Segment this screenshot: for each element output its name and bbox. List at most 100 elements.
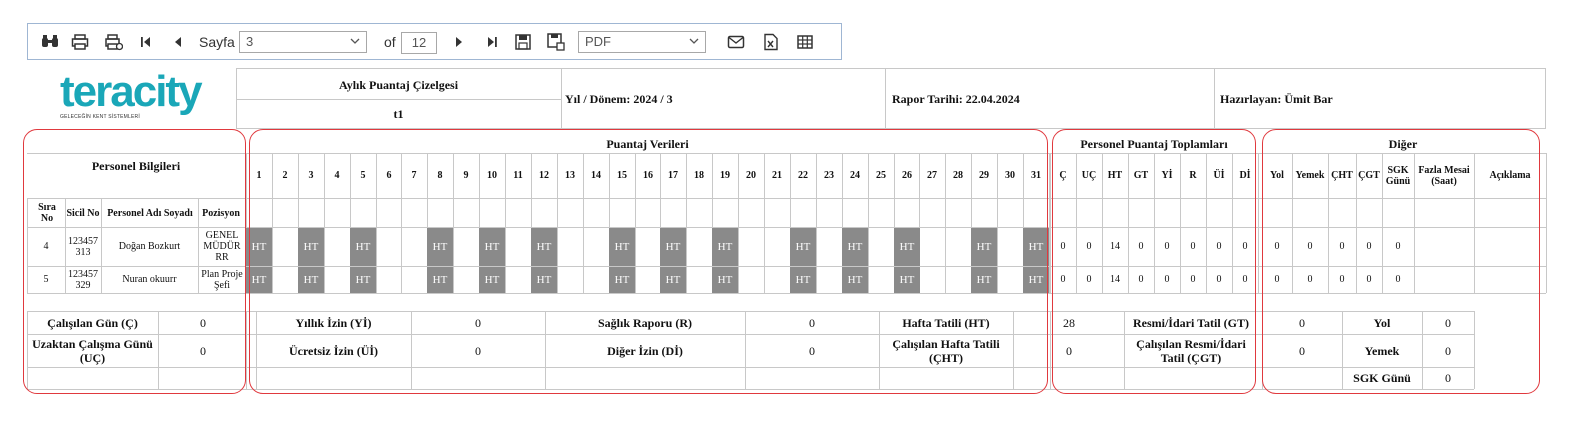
row-total-value: 14 bbox=[1110, 274, 1120, 285]
report-period: Yıl / Dönem: 2024 / 3 bbox=[565, 91, 673, 106]
row-5-sicil: 123457 329 bbox=[68, 268, 98, 291]
grid-line bbox=[561, 68, 562, 128]
row-other-value bbox=[1474, 266, 1546, 293]
other-col-5: SGK Günü bbox=[1385, 164, 1411, 187]
section-totals-title: Personel Puantaj Toplamları bbox=[1080, 136, 1228, 151]
day-header-14: 14 bbox=[591, 170, 601, 181]
grid-line bbox=[236, 68, 237, 128]
ht-day-cell: HT bbox=[971, 267, 997, 293]
day-header-16: 16 bbox=[643, 170, 653, 181]
legend-uzaktan: Uzaktan Çalışma Günü (UÇ) bbox=[32, 337, 153, 365]
day-header-22: 22 bbox=[798, 170, 808, 181]
ht-day-cell: HT bbox=[609, 228, 635, 266]
grid-line bbox=[1013, 311, 1014, 389]
ht-day-cell: HT bbox=[712, 267, 738, 293]
row-4-sira: 4 bbox=[43, 241, 49, 252]
ht-day-cell: HT bbox=[790, 228, 816, 266]
legend-sgk-value: 0 bbox=[1445, 370, 1451, 385]
report-grid: Aylık Puantaj Çizelgesi t1 Yıl / Dönem: … bbox=[0, 0, 1584, 428]
totals-col-2: UÇ bbox=[1081, 170, 1097, 181]
day-header-21: 21 bbox=[772, 170, 782, 181]
row-other-value: 0 bbox=[1366, 274, 1372, 285]
ht-day-cell: HT bbox=[531, 267, 557, 293]
totals-col-7: Üİ bbox=[1213, 170, 1225, 181]
day-header-13: 13 bbox=[565, 170, 575, 181]
day-header-10: 10 bbox=[487, 170, 497, 181]
section-other-title: Diğer bbox=[1388, 136, 1418, 151]
legend-cht: Çalışılan Hafta Tatili (ÇHT) bbox=[892, 337, 1000, 365]
other-col-1: Yol bbox=[1270, 170, 1284, 181]
legend-yillik: Yıllık İzin (Yİ) bbox=[295, 315, 372, 330]
row-total-value: 0 bbox=[1060, 241, 1066, 252]
col-sicil-no: Sicil No bbox=[66, 207, 100, 219]
ht-day-cell: HT bbox=[1023, 228, 1049, 266]
legend-resmi-tatil: Resmi/İdari Tatil (GT) bbox=[1132, 315, 1249, 330]
ht-day-cell: HT bbox=[971, 228, 997, 266]
legend-cht-value: 0 bbox=[1066, 343, 1072, 358]
ht-day-cell: HT bbox=[842, 228, 868, 266]
row-total-value: 0 bbox=[1060, 274, 1066, 285]
day-header-1: 1 bbox=[256, 170, 262, 181]
totals-col-6: R bbox=[1189, 170, 1197, 181]
ht-day-cell: HT bbox=[609, 267, 635, 293]
row-4-sicil: 123457 313 bbox=[68, 235, 98, 258]
day-header-19: 19 bbox=[720, 170, 730, 181]
day-header-9: 9 bbox=[463, 170, 469, 181]
row-total-value: 0 bbox=[1190, 274, 1196, 285]
ht-day-cell: HT bbox=[712, 228, 738, 266]
day-header-15: 15 bbox=[617, 170, 627, 181]
grid-line bbox=[1545, 68, 1546, 128]
ht-day-cell: HT bbox=[660, 228, 686, 266]
row-other-value: 0 bbox=[1395, 241, 1401, 252]
report-date: Rapor Tarihi: 22.04.2024 bbox=[892, 91, 1020, 106]
grid-line bbox=[27, 367, 1474, 368]
other-col-7: Açıklama bbox=[1489, 170, 1531, 181]
legend-hafta-tatili: Hafta Tatili (HT) bbox=[902, 315, 990, 330]
row-other-value bbox=[1414, 266, 1474, 293]
ht-day-cell: HT bbox=[479, 267, 505, 293]
legend-yemek-value: 0 bbox=[1445, 343, 1451, 358]
legend-cgt: Çalışılan Resmi/İdari Tatil (ÇGT) bbox=[1136, 337, 1246, 365]
legend-saglik: Sağlık Raporu (R) bbox=[597, 315, 692, 330]
row-total-value: 0 bbox=[1216, 241, 1222, 252]
row-5-position: Plan Proje Şefi bbox=[201, 268, 243, 291]
grid-line bbox=[1214, 68, 1215, 128]
legend-diger-value: 0 bbox=[809, 343, 815, 358]
row-total-value: 0 bbox=[1242, 274, 1248, 285]
grid-line bbox=[158, 311, 159, 389]
row-total-value: 0 bbox=[1138, 241, 1144, 252]
row-4-name: Doğan Bozkurt bbox=[118, 241, 181, 252]
report-subtitle: t1 bbox=[393, 106, 404, 121]
day-header-18: 18 bbox=[694, 170, 704, 181]
ht-day-cell: HT bbox=[479, 228, 505, 266]
row-other-value: 0 bbox=[1274, 274, 1280, 285]
legend-calisilan-gun: Çalışılan Gün (Ç) bbox=[47, 315, 138, 330]
row-4-position: GENEL MÜDÜR RR bbox=[203, 230, 241, 263]
row-total-value: 0 bbox=[1190, 241, 1196, 252]
row-total-value: 0 bbox=[1164, 241, 1170, 252]
other-col-3: ÇHT bbox=[1331, 170, 1353, 181]
day-header-27: 27 bbox=[927, 170, 937, 181]
row-5-sira: 5 bbox=[43, 274, 49, 285]
legend-ucretsiz: Ücretsiz İzin (Üİ) bbox=[288, 343, 379, 358]
row-other-value: 0 bbox=[1339, 274, 1345, 285]
grid-line bbox=[1474, 311, 1475, 389]
row-total-value: 0 bbox=[1216, 274, 1222, 285]
other-col-2: Yemek bbox=[1295, 170, 1325, 181]
grid-line bbox=[27, 389, 1474, 390]
grid-line bbox=[885, 68, 886, 128]
row-total-value: 0 bbox=[1138, 274, 1144, 285]
report-title: Aylık Puantaj Çizelgesi bbox=[338, 77, 459, 92]
totals-col-1: Ç bbox=[1059, 170, 1067, 181]
legend-uzaktan-value: 0 bbox=[200, 343, 206, 358]
day-header-3: 3 bbox=[308, 170, 314, 181]
col-sira-no: Sıra No bbox=[38, 202, 56, 224]
row-other-value: 0 bbox=[1366, 241, 1372, 252]
legend-ucretsiz-value: 0 bbox=[475, 343, 481, 358]
day-header-5: 5 bbox=[360, 170, 366, 181]
ht-day-cell: HT bbox=[298, 267, 324, 293]
legend-yillik-value: 0 bbox=[475, 315, 481, 330]
ht-day-cell: HT bbox=[842, 267, 868, 293]
grid-line bbox=[236, 99, 561, 100]
legend-cgt-value: 0 bbox=[1299, 343, 1305, 358]
